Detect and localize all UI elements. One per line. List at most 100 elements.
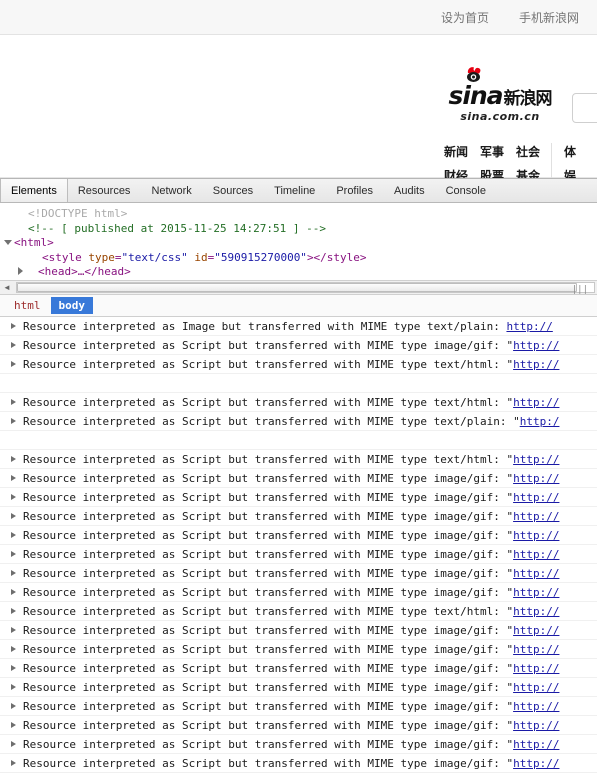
expand-triangle-icon[interactable] — [11, 342, 16, 348]
console-source-url[interactable]: http:// — [513, 453, 559, 466]
tab-network[interactable]: Network — [141, 179, 202, 202]
dom-line-html[interactable]: <html> — [0, 236, 597, 251]
expand-triangle-icon[interactable] — [11, 665, 16, 671]
expand-triangle-icon[interactable] — [11, 418, 16, 424]
console-log-row[interactable]: Resource interpreted as Script but trans… — [0, 583, 597, 602]
breadcrumb-item-body[interactable]: body — [50, 297, 93, 314]
console-log-row[interactable]: Resource interpreted as Script but trans… — [0, 355, 597, 374]
tab-audits[interactable]: Audits — [384, 179, 436, 202]
console-source-url[interactable]: http:// — [513, 719, 559, 732]
mobile-sina-link[interactable]: 手机新浪网 — [519, 9, 579, 26]
nav-link-stocks[interactable]: 股票 — [480, 167, 504, 178]
sina-logo[interactable]: sina新浪网 — [448, 67, 553, 108]
console-log-row[interactable]: Resource interpreted as Image but transf… — [0, 317, 597, 336]
console-log-row[interactable]: Resource interpreted as Script but trans… — [0, 602, 597, 621]
console-log-row[interactable]: Resource interpreted as Script but trans… — [0, 735, 597, 754]
console-source-url[interactable]: http:// — [513, 529, 559, 542]
expand-triangle-icon[interactable] — [11, 361, 16, 367]
console-source-url[interactable]: http:// — [513, 396, 559, 409]
expand-triangle-icon[interactable] — [11, 570, 16, 576]
expand-triangle-icon[interactable] — [11, 722, 16, 728]
scrollbar-thumb[interactable] — [17, 283, 577, 292]
console-source-url[interactable]: http:// — [513, 472, 559, 485]
console-source-url[interactable]: http:// — [513, 339, 559, 352]
console-source-url[interactable]: http:/ — [520, 415, 560, 428]
console-source-url[interactable]: http:// — [513, 491, 559, 504]
console-log-row[interactable]: Resource interpreted as Script but trans… — [0, 412, 597, 431]
console-log-row[interactable]: Resource interpreted as Script but trans… — [0, 488, 597, 507]
console-source-url[interactable]: http:// — [513, 738, 559, 751]
expand-triangle-icon[interactable] — [11, 741, 16, 747]
tab-timeline[interactable]: Timeline — [264, 179, 326, 202]
expand-triangle-icon[interactable] — [11, 532, 16, 538]
console-source-url[interactable]: http:// — [513, 662, 559, 675]
console-log-row[interactable]: Resource interpreted as Script but trans… — [0, 640, 597, 659]
console-messages[interactable]: Resource interpreted as Image but transf… — [0, 317, 597, 776]
scroll-left-arrow-icon[interactable]: ◄ — [0, 281, 14, 294]
expand-triangle-icon[interactable] — [11, 589, 16, 595]
expand-triangle-icon[interactable] — [11, 399, 16, 405]
nav-link-finance[interactable]: 财经 — [444, 167, 468, 178]
dom-line-head[interactable]: <head>…</head> — [0, 265, 597, 280]
console-log-row[interactable]: Resource interpreted as Script but trans… — [0, 678, 597, 697]
expand-triangle-icon[interactable] — [11, 646, 16, 652]
console-source-url[interactable]: http:// — [513, 548, 559, 561]
console-source-url[interactable]: http:// — [513, 700, 559, 713]
console-source-url[interactable]: http:// — [506, 320, 552, 333]
nav-link-news[interactable]: 新闻 — [444, 143, 468, 160]
console-source-url[interactable]: http:// — [513, 358, 559, 371]
console-log-row[interactable]: Resource interpreted as Script but trans… — [0, 450, 597, 469]
tab-elements[interactable]: Elements — [0, 179, 68, 202]
console-log-row[interactable]: Resource interpreted as Script but trans… — [0, 336, 597, 355]
nav-link-entertainment[interactable]: 娱 — [564, 167, 576, 178]
tab-console[interactable]: Console — [436, 179, 497, 202]
expand-triangle-icon[interactable] — [11, 475, 16, 481]
console-log-row[interactable]: Resource interpreted as Script but trans… — [0, 697, 597, 716]
console-source-url[interactable]: http:// — [513, 586, 559, 599]
nav-link-funds[interactable]: 基金 — [516, 167, 540, 178]
console-source-url[interactable]: http:// — [513, 681, 559, 694]
expand-triangle-icon[interactable] — [11, 323, 16, 329]
nav-link-sports[interactable]: 体 — [564, 143, 576, 160]
console-log-row[interactable]: Resource interpreted as Script but trans… — [0, 754, 597, 773]
set-homepage-link[interactable]: 设为首页 — [441, 9, 489, 26]
expand-triangle-icon[interactable] — [11, 456, 16, 462]
expand-triangle-icon[interactable] — [11, 551, 16, 557]
console-source-url[interactable]: http:// — [513, 605, 559, 618]
console-source-url[interactable]: http:// — [513, 567, 559, 580]
console-log-row[interactable]: Resource interpreted as Script but trans… — [0, 507, 597, 526]
tab-profiles[interactable]: Profiles — [326, 179, 384, 202]
expand-triangle-icon[interactable] — [11, 627, 16, 633]
breadcrumb-item-html[interactable]: html — [6, 297, 49, 314]
console-log-row[interactable]: Resource interpreted as Script but trans… — [0, 545, 597, 564]
nav-link-military[interactable]: 军事 — [480, 143, 504, 160]
expand-triangle-icon[interactable] — [11, 608, 16, 614]
console-log-row[interactable]: Resource interpreted as Script but trans… — [0, 564, 597, 583]
tab-sources[interactable]: Sources — [203, 179, 264, 202]
expand-triangle-icon[interactable] — [11, 760, 16, 766]
tab-resources[interactable]: Resources — [68, 179, 142, 202]
console-source-url[interactable]: http:// — [513, 510, 559, 523]
nav-link-society[interactable]: 社会 — [516, 143, 540, 160]
expand-triangle-icon[interactable] — [11, 513, 16, 519]
console-log-row[interactable]: Resource interpreted as Script but trans… — [0, 526, 597, 545]
console-log-row[interactable]: Resource interpreted as Script but trans… — [0, 393, 597, 412]
collapse-triangle-icon[interactable] — [18, 267, 23, 275]
dom-tree[interactable]: <!DOCTYPE html> <!-- [ published at 2015… — [0, 203, 597, 280]
expand-triangle-icon[interactable] — [11, 494, 16, 500]
console-log-row[interactable]: Resource interpreted as Script but trans… — [0, 621, 597, 640]
console-source-url[interactable]: http:// — [513, 643, 559, 656]
sina-brand[interactable]: sina新浪网 sina.com.cn — [440, 67, 560, 123]
search-input[interactable] — [572, 93, 597, 123]
console-log-row[interactable]: Resource interpreted as Script but trans… — [0, 659, 597, 678]
dom-line-style[interactable]: <style type="text/css" id="590915270000"… — [0, 251, 597, 266]
dom-horizontal-scrollbar[interactable]: ◄ ||| — [0, 280, 597, 295]
console-log-row[interactable]: Resource interpreted as Script but trans… — [0, 716, 597, 735]
expand-triangle-icon[interactable] — [4, 240, 12, 245]
expand-triangle-icon[interactable] — [11, 703, 16, 709]
console-log-row[interactable]: Resource interpreted as Script but trans… — [0, 469, 597, 488]
console-source-url[interactable]: http:// — [513, 624, 559, 637]
scrollbar-track[interactable]: ||| — [16, 282, 595, 295]
expand-triangle-icon[interactable] — [11, 684, 16, 690]
console-source-url[interactable]: http:// — [513, 757, 559, 770]
